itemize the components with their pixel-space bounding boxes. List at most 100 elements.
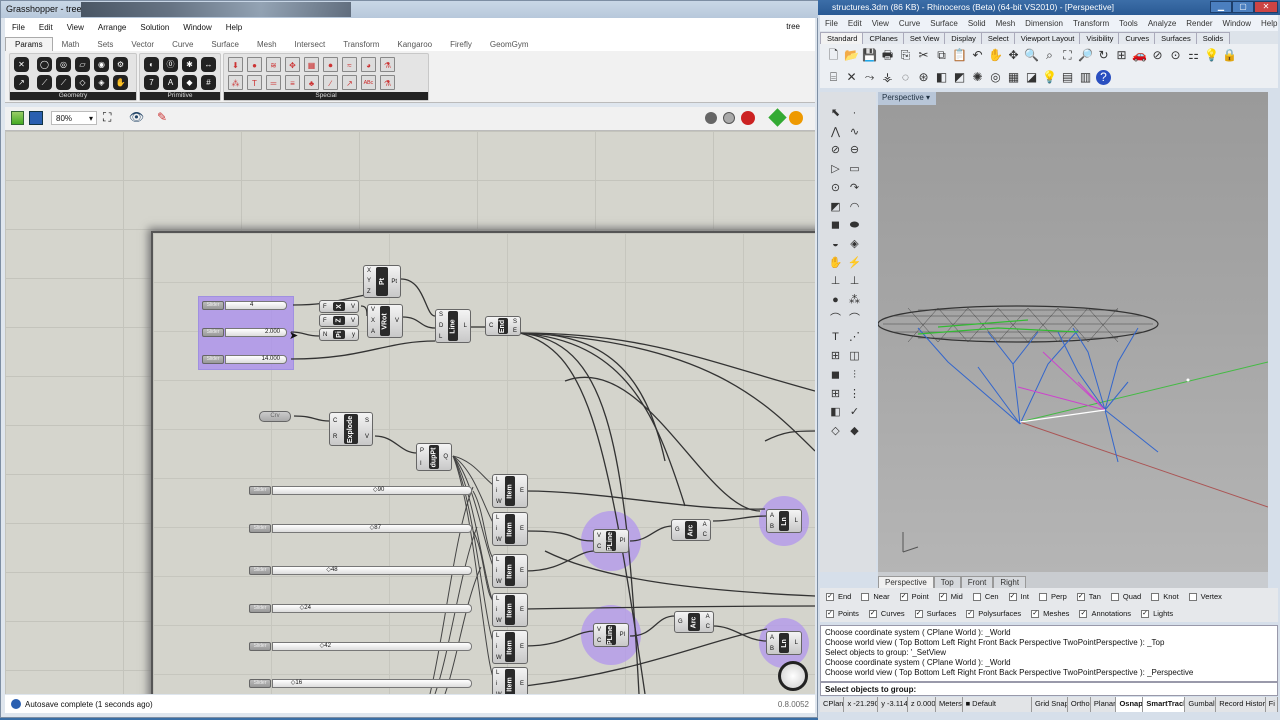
- component-icon[interactable]: ◉: [94, 57, 109, 72]
- tab-mesh[interactable]: Mesh: [248, 38, 286, 51]
- viewport-tab-right[interactable]: Right: [993, 576, 1027, 588]
- output-pl[interactable]: Pl: [620, 632, 625, 638]
- filter-points[interactable]: ✓ Points: [826, 609, 859, 618]
- input-d[interactable]: D: [439, 323, 443, 329]
- tool-9-icon[interactable]: ✺: [970, 70, 985, 85]
- output-pl[interactable]: Pl: [620, 538, 625, 544]
- input-a[interactable]: A: [371, 329, 375, 335]
- component-pi[interactable]: N Pi y: [319, 328, 359, 341]
- menu-view[interactable]: View: [60, 23, 91, 32]
- component-icon[interactable]: ↔: [201, 57, 216, 72]
- toolbar-tab-surfaces[interactable]: Surfaces: [1154, 32, 1198, 44]
- toolbar-tab-viewport-layout[interactable]: Viewport Layout: [1013, 32, 1082, 44]
- output-a[interactable]: A: [703, 522, 707, 528]
- tab-geomgym[interactable]: GeomGym: [481, 38, 538, 51]
- sidebar-tool-icon[interactable]: ⊥: [828, 274, 843, 289]
- number-slider[interactable]: Slider 2.000: [202, 327, 287, 338]
- component-icon[interactable]: #: [201, 75, 216, 90]
- checkbox[interactable]: ✓: [1076, 592, 1085, 601]
- component-icon[interactable]: ∕: [323, 75, 338, 90]
- osnap-int[interactable]: ✓ Int: [1008, 592, 1029, 601]
- output-e[interactable]: E: [520, 644, 524, 650]
- sidebar-tool-icon[interactable]: ◆: [847, 424, 862, 439]
- layer-icon[interactable]: ⚏: [1186, 48, 1201, 63]
- output-e[interactable]: E: [520, 488, 524, 494]
- input-w[interactable]: W: [496, 692, 502, 694]
- undo-icon[interactable]: ↶: [970, 48, 985, 63]
- component-vrot[interactable]: V X A VRot V: [367, 304, 403, 338]
- input-l[interactable]: L: [496, 633, 502, 639]
- tab-kangaroo[interactable]: Kangaroo: [388, 38, 441, 51]
- menu-edit[interactable]: Edit: [843, 19, 867, 28]
- number-slider[interactable]: Slider ◇42: [249, 641, 472, 652]
- sidebar-tool-icon[interactable]: ◒: [828, 237, 843, 252]
- input-x[interactable]: X: [371, 318, 375, 324]
- output-q[interactable]: Q: [443, 454, 448, 460]
- input-r[interactable]: R: [333, 434, 337, 440]
- component-icon[interactable]: ▦: [304, 57, 319, 72]
- input-i[interactable]: I: [420, 461, 424, 467]
- preview-eye-icon[interactable]: 👁: [129, 110, 144, 124]
- tool-14-icon[interactable]: ▤: [1060, 70, 1075, 85]
- component-icon[interactable]: ⬇: [228, 57, 243, 72]
- sidebar-tool-icon[interactable]: ·: [847, 106, 862, 121]
- zoom-selected-icon[interactable]: 🔎: [1078, 48, 1093, 63]
- crv-param[interactable]: Crv: [259, 411, 291, 422]
- sidebar-tool-icon[interactable]: ⁂: [847, 293, 862, 308]
- sidebar-tool-icon[interactable]: ⊥: [847, 274, 862, 289]
- status-grid-snap[interactable]: Grid Snap: [1032, 697, 1068, 712]
- component-item[interactable]: LiW Item E: [492, 512, 528, 546]
- component-icon[interactable]: ⚗: [380, 75, 395, 90]
- status-z-0-000[interactable]: z 0.000: [908, 697, 936, 712]
- osnap-cen[interactable]: Cen: [972, 592, 999, 601]
- component-icon[interactable]: ═: [266, 75, 281, 90]
- tool-8-icon[interactable]: ◩: [952, 70, 967, 85]
- input-l[interactable]: L: [496, 515, 502, 521]
- osnap-knot[interactable]: Knot: [1151, 592, 1179, 601]
- tool-15-icon[interactable]: ▥: [1078, 70, 1093, 85]
- sidebar-tool-icon[interactable]: ⋰: [847, 330, 862, 345]
- sidebar-tool-icon[interactable]: ⚡: [847, 256, 862, 271]
- status-fi[interactable]: Fi: [1266, 697, 1279, 712]
- viewport-title[interactable]: Perspective ▾: [878, 92, 936, 105]
- tab-math[interactable]: Math: [53, 38, 89, 51]
- component-icon[interactable]: ⟋: [56, 75, 71, 90]
- output-e[interactable]: E: [520, 568, 524, 574]
- osnap-perp[interactable]: Perp: [1038, 592, 1067, 601]
- output-c[interactable]: C: [703, 532, 707, 538]
- tab-curve[interactable]: Curve: [163, 38, 202, 51]
- sidebar-tool-icon[interactable]: ⋀: [828, 125, 843, 140]
- show-icon[interactable]: ⊙: [1168, 48, 1183, 63]
- input-c[interactable]: C: [333, 418, 337, 424]
- checkbox[interactable]: ✓: [1031, 609, 1040, 618]
- component-icon[interactable]: ⏺: [323, 57, 338, 72]
- component-icon[interactable]: ✱: [182, 57, 197, 72]
- number-slider[interactable]: Slider 14.000: [202, 354, 287, 365]
- output-v[interactable]: V: [351, 304, 355, 310]
- output-a[interactable]: A: [706, 614, 710, 620]
- status-osnap[interactable]: Osnap: [1116, 697, 1144, 712]
- tool-5-icon[interactable]: ◌: [898, 70, 913, 85]
- status-x-21-290[interactable]: x -21.290: [844, 697, 879, 712]
- checkbox[interactable]: ✓: [1008, 592, 1017, 601]
- input-b[interactable]: B: [770, 646, 774, 652]
- component-icon[interactable]: ◐: [144, 57, 159, 72]
- viewport-tab-front[interactable]: Front: [960, 576, 994, 588]
- input-y[interactable]: Y: [367, 278, 371, 284]
- pan-icon[interactable]: ✋: [988, 48, 1003, 63]
- input-i[interactable]: i: [496, 488, 502, 494]
- output-v[interactable]: V: [395, 318, 399, 324]
- zoom-icon[interactable]: 🔍: [1024, 48, 1039, 63]
- filter-curves[interactable]: ✓ Curves: [868, 609, 905, 618]
- input-i[interactable]: i: [496, 526, 502, 532]
- rotate-view-icon[interactable]: ✥: [1006, 48, 1021, 63]
- component-icon[interactable]: ◈: [94, 75, 109, 90]
- menu-window[interactable]: Window: [1218, 19, 1256, 28]
- status-meters[interactable]: Meters: [936, 697, 963, 712]
- ribbon-group-label[interactable]: Special: [224, 92, 428, 100]
- output-l[interactable]: L: [464, 323, 467, 329]
- sidebar-tool-icon[interactable]: ◈: [847, 237, 862, 252]
- paste-icon[interactable]: 📋: [952, 48, 967, 63]
- component-icon[interactable]: ◯: [37, 57, 52, 72]
- tab-sets[interactable]: Sets: [88, 38, 122, 51]
